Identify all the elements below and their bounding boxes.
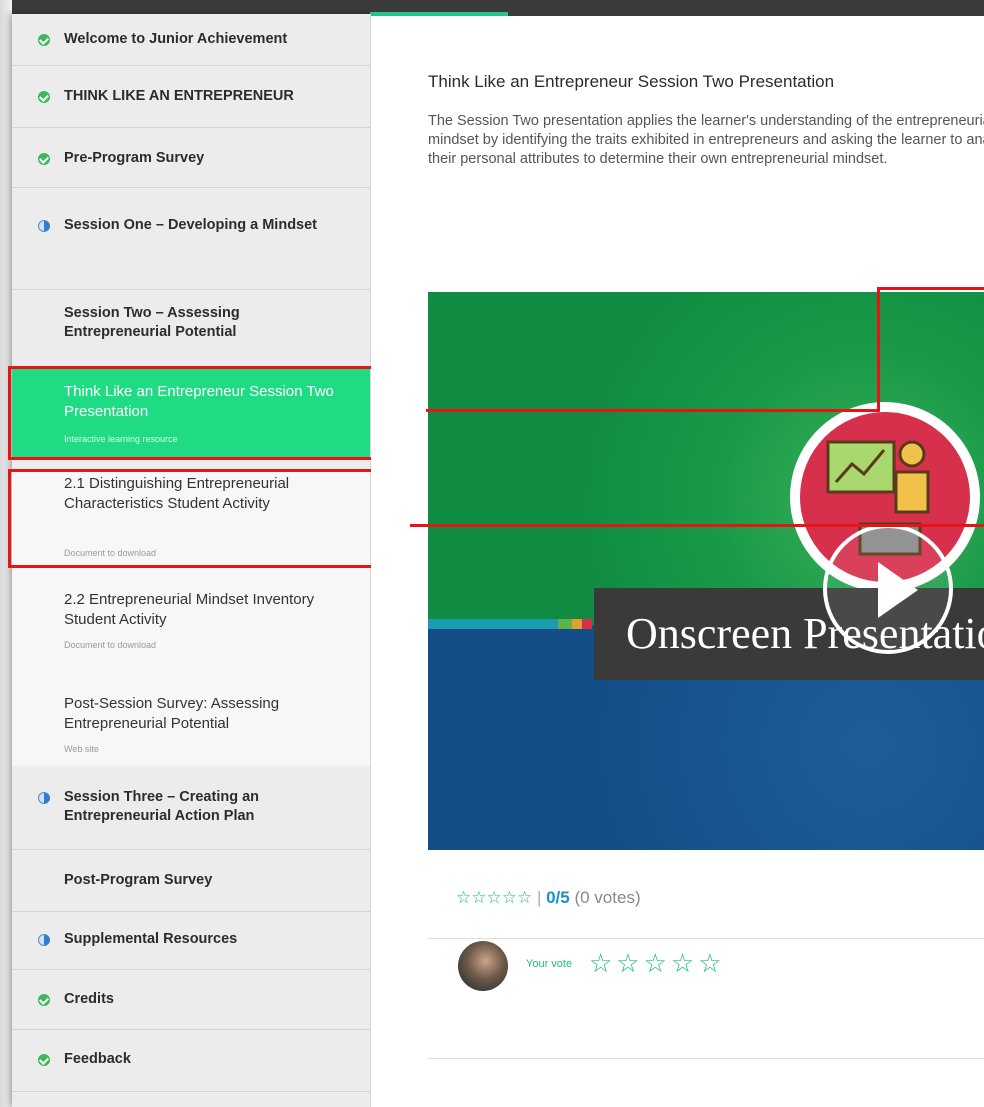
page-title: Think Like an Entrepreneur Session Two P… (428, 72, 835, 91)
annotation-line (877, 287, 880, 412)
subitem-post-session-survey[interactable]: Post-Session Survey: Assessing Entrepren… (12, 680, 370, 766)
avatar (458, 941, 508, 991)
sidebar-item-label: Feedback (64, 1051, 131, 1067)
check-icon (38, 994, 50, 1006)
sidebar-item-think-like[interactable]: THINK LIKE AN ENTREPRENEUR (12, 66, 370, 128)
rating-stars-icon: ☆☆☆☆☆ (456, 888, 533, 907)
sidebar-item-label: Credits (64, 991, 114, 1007)
play-icon[interactable] (878, 562, 918, 618)
sidebar-item-label: Welcome to Junior Achievement (64, 31, 288, 47)
annotation-line (426, 409, 880, 412)
rating-separator: | (536, 888, 542, 907)
progress-icon (38, 220, 50, 232)
sidebar-item-label: Post-Program Survey (64, 872, 213, 888)
sidebar-item-label: Session Two – Assessing Entrepreneurial … (64, 305, 240, 340)
divider (428, 1058, 984, 1059)
stripe (428, 619, 558, 629)
page-description: The Session Two presentation applies the… (428, 113, 984, 167)
sidebar-item-label: THINK LIKE AN ENTREPRENEUR (64, 88, 294, 104)
your-vote-label: Your vote (526, 958, 573, 970)
sidebar-item-session-one[interactable]: Session One – Developing a Mindset (12, 188, 370, 290)
stripe (582, 619, 592, 629)
sidebar-item-pre-survey[interactable]: Pre-Program Survey (12, 128, 370, 188)
sidebar-item-session-three[interactable]: Session Three – Creating an Entrepreneur… (12, 766, 370, 850)
sidebar-item-post-program-survey[interactable]: Post-Program Survey (12, 850, 370, 912)
subitem-label: Post-Session Survey: Assessing Entrepren… (64, 695, 280, 732)
sidebar-item-session-two[interactable]: Session Two – Assessing Entrepreneurial … (12, 290, 370, 366)
sidebar-item-label: Pre-Program Survey (64, 150, 205, 166)
sidebar-item-label: Supplemental Resources (64, 931, 238, 947)
check-icon (38, 91, 50, 103)
subitem-activity-2-2[interactable]: 2.2 Entrepreneurial Mindset Inventory St… (12, 580, 370, 680)
annotation-line (877, 287, 984, 290)
check-icon (38, 1054, 50, 1066)
subitem-type: Document to download (64, 640, 157, 650)
highlight-box-presentation (8, 366, 380, 460)
your-vote-stars-icon[interactable]: ☆☆☆☆☆ (589, 948, 726, 979)
sidebar-item-feedback[interactable]: Feedback (12, 1030, 370, 1092)
sidebar-item-label: Session One – Developing a Mindset (64, 217, 318, 233)
subitem-type: Web site (64, 744, 99, 754)
progress-icon (38, 792, 50, 804)
sidebar-item-credits[interactable]: Credits (12, 970, 370, 1030)
app-frame: Welcome to Junior Achievement THINK LIKE… (0, 0, 984, 1107)
check-icon (38, 34, 50, 46)
rating-votes: (0 votes) (574, 888, 641, 907)
sidebar-item-supplemental[interactable]: Supplemental Resources (12, 912, 370, 970)
stripe (572, 619, 582, 629)
video-player[interactable]: Onscreen Presentation (428, 292, 984, 850)
main-content: Think Like an Entrepreneur Session Two P… (371, 16, 984, 1107)
rating-score: 0/5 (546, 888, 570, 907)
stripe (558, 619, 572, 629)
divider (428, 938, 984, 939)
sidebar-item-label: Session Three – Creating an Entrepreneur… (64, 789, 260, 824)
highlight-box-activity (8, 469, 380, 568)
progress-icon (38, 934, 50, 946)
subitem-label: 2.2 Entrepreneurial Mindset Inventory St… (64, 591, 315, 628)
annotation-line (410, 524, 984, 527)
rating-summary: ☆☆☆☆☆ | 0/5 (0 votes) (456, 888, 641, 908)
sidebar-item-welcome[interactable]: Welcome to Junior Achievement (12, 14, 370, 66)
check-icon (38, 153, 50, 165)
